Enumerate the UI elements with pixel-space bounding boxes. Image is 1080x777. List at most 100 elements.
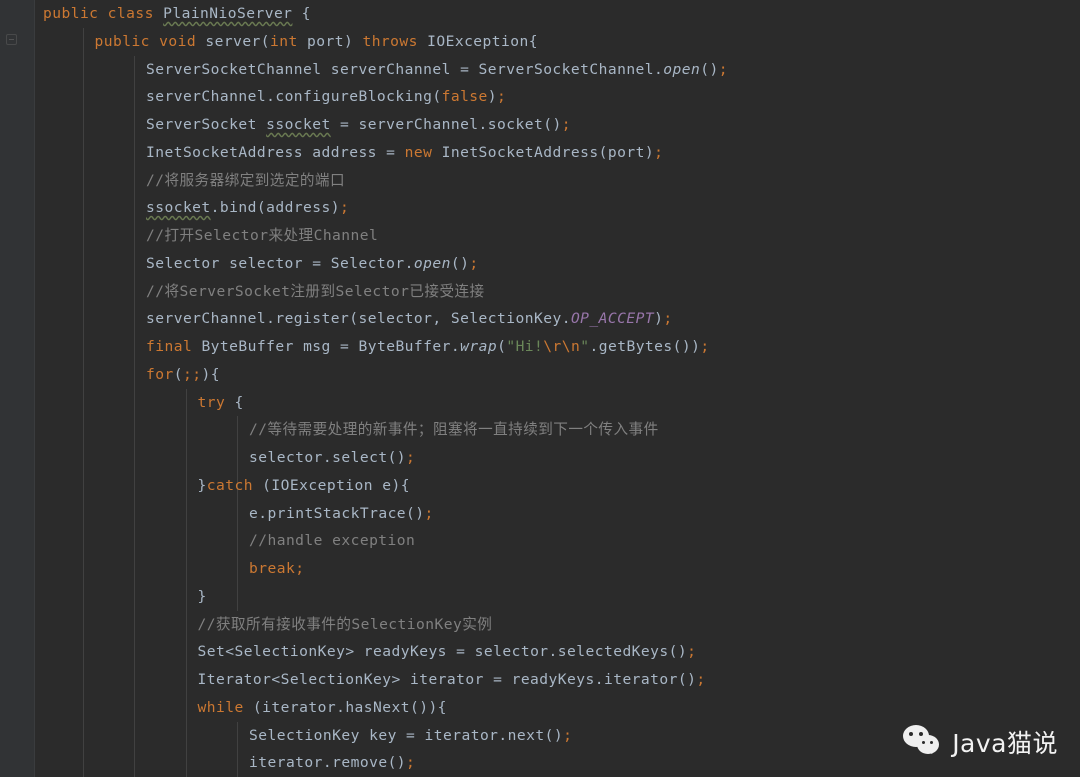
code-line[interactable]: for(;;){: [34, 360, 1080, 389]
indent-guide: [82, 610, 84, 639]
code-line-text: try {: [197, 393, 244, 411]
indent-guide: [185, 388, 187, 417]
indent-guide: [134, 471, 135, 500]
indent-guide: [82, 222, 84, 250]
code-line-text: ServerSocketChannel serverChannel = Serv…: [146, 60, 728, 78]
indent-guide: [82, 83, 84, 111]
indent-guide: [185, 693, 187, 722]
indent-guide: [82, 166, 84, 195]
indent-guide: [134, 360, 135, 389]
code-line[interactable]: //打开Selector来处理Channel: [34, 222, 1080, 250]
indent-guide: [185, 444, 187, 472]
code-line-text: }catch (IOException e){: [197, 476, 411, 494]
indent-guide: [185, 471, 187, 500]
code-line[interactable]: Selector selector = Selector.open();: [34, 249, 1080, 278]
indent-guide: [82, 721, 84, 750]
code-line[interactable]: //handle exception: [34, 527, 1080, 555]
code-line[interactable]: selector.select();: [34, 444, 1080, 472]
indent-guide: [134, 305, 135, 333]
code-line-text: //将ServerSocket注册到Selector已接受连接: [146, 282, 485, 300]
code-line[interactable]: public void server(int port) throws IOEx…: [34, 27, 1080, 56]
fold-collapse-icon[interactable]: [6, 34, 17, 45]
code-line[interactable]: ServerSocketChannel serverChannel = Serv…: [34, 55, 1080, 84]
indent-guide: [82, 555, 84, 583]
code-line[interactable]: serverChannel.register(selector, Selecti…: [34, 305, 1080, 333]
indent-guide: [237, 499, 238, 528]
code-line[interactable]: e.printStackTrace();: [34, 499, 1080, 528]
indent-guide: [185, 610, 187, 639]
indent-guide: [134, 555, 135, 583]
code-line-text: //打开Selector来处理Channel: [146, 227, 379, 244]
indent-guide: [134, 249, 135, 278]
indent-guide: [82, 277, 84, 306]
indent-guide: [134, 166, 135, 195]
editor-gutter[interactable]: [0, 0, 34, 777]
code-content[interactable]: public class PlainNioServer { public void…: [34, 0, 1080, 777]
indent-guide: [82, 693, 84, 722]
code-line[interactable]: //将服务器绑定到选定的端口: [34, 166, 1080, 195]
indent-guide: [134, 277, 135, 306]
code-line[interactable]: //获取所有接收事件的SelectionKey实例: [34, 610, 1080, 639]
indent-guide: [134, 499, 135, 528]
watermark: Java猫说: [903, 724, 1058, 760]
indent-guide: [134, 444, 135, 472]
code-line[interactable]: serverChannel.configureBlocking(false);: [34, 83, 1080, 111]
code-line[interactable]: public class PlainNioServer {: [34, 0, 1080, 28]
indent-guide: [134, 610, 135, 639]
wechat-icon: [903, 725, 943, 759]
code-line-text: serverChannel.register(selector, Selecti…: [146, 310, 673, 328]
indent-guide: [237, 721, 238, 750]
code-line[interactable]: try {: [34, 388, 1080, 417]
code-line[interactable]: //等待需要处理的新事件；阻塞将一直持续到下一个传入事件: [34, 416, 1080, 444]
code-line-text: while (iterator.hasNext()){: [197, 698, 447, 716]
code-line[interactable]: InetSocketAddress address = new InetSock…: [34, 138, 1080, 167]
code-line-text: public void server(int port) throws IOEx…: [94, 32, 538, 50]
indent-guide: [134, 333, 135, 361]
code-line-text: e.printStackTrace();: [249, 504, 434, 522]
code-line[interactable]: Set<SelectionKey> readyKeys = selector.s…: [34, 638, 1080, 666]
code-line-text: serverChannel.configureBlocking(false);: [146, 88, 507, 106]
indent-guide: [237, 416, 238, 444]
code-line[interactable]: while (iterator.hasNext()){: [34, 693, 1080, 722]
code-editor[interactable]: public class PlainNioServer { public void…: [0, 0, 1080, 777]
code-line-text: //handle exception: [249, 532, 416, 550]
indent-guide: [134, 416, 135, 444]
watermark-label: Java猫说: [952, 729, 1058, 758]
indent-guide: [82, 138, 84, 167]
code-line[interactable]: //将ServerSocket注册到Selector已接受连接: [34, 277, 1080, 306]
code-line-text: }: [197, 587, 207, 605]
indent-guide: [134, 388, 135, 417]
indent-guide: [134, 638, 135, 666]
indent-guide: [237, 527, 238, 555]
code-line-text: break;: [249, 560, 305, 577]
code-line-text: //等待需要处理的新事件；阻塞将一直持续到下一个传入事件: [249, 421, 659, 439]
code-line-text: for(;;){: [146, 365, 220, 383]
indent-guide: [82, 305, 84, 333]
indent-guide: [82, 388, 84, 417]
indent-guide: [185, 666, 187, 694]
indent-guide: [185, 721, 187, 750]
indent-guide: [185, 416, 187, 444]
code-line-text: InetSocketAddress address = new InetSock…: [146, 143, 664, 161]
indent-guide: [82, 249, 84, 278]
code-line-text: SelectionKey key = iterator.next();: [249, 726, 573, 744]
indent-guide: [134, 111, 135, 139]
code-line-text: Iterator<SelectionKey> iterator = readyK…: [197, 671, 706, 688]
indent-guide: [82, 194, 84, 222]
code-line[interactable]: Iterator<SelectionKey> iterator = readyK…: [34, 666, 1080, 694]
code-line-text: ssocket.bind(address);: [146, 199, 350, 217]
code-line-text: //获取所有接收事件的SelectionKey实例: [197, 615, 493, 633]
code-line[interactable]: }catch (IOException e){: [34, 471, 1080, 500]
indent-guide: [134, 693, 135, 722]
code-line[interactable]: final ByteBuffer msg = ByteBuffer.wrap("…: [34, 333, 1080, 361]
code-line[interactable]: ServerSocket ssocket = serverChannel.soc…: [34, 111, 1080, 139]
code-line[interactable]: }: [34, 582, 1080, 611]
indent-guide: [134, 138, 135, 167]
indent-guide: [82, 499, 84, 528]
code-line[interactable]: break;: [34, 555, 1080, 583]
indent-guide: [237, 582, 238, 611]
code-line-text: iterator.remove();: [249, 754, 416, 772]
indent-guide: [82, 416, 84, 444]
code-line[interactable]: ssocket.bind(address);: [34, 194, 1080, 222]
indent-guide: [82, 27, 84, 56]
